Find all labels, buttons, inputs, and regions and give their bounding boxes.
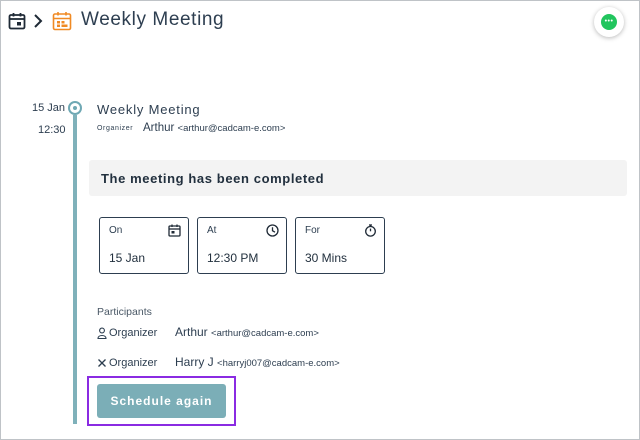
chat-dots: ••• (604, 18, 614, 25)
status-banner: The meeting has been completed (89, 160, 627, 196)
chat-button[interactable]: ••• (594, 7, 624, 37)
timeline-time: 12:30 (38, 124, 66, 136)
participant-email: <arthur@cadcam-e.com> (211, 328, 319, 339)
close-icon[interactable] (97, 357, 107, 369)
organizer-email: <arthur@cadcam-e.com> (177, 123, 286, 134)
duration-card-label: For (305, 225, 320, 236)
timeline-line (73, 115, 77, 424)
chevron-right-icon (34, 14, 43, 28)
calendar-icon[interactable] (8, 12, 26, 30)
participant-role: Organizer (109, 357, 158, 369)
stopwatch-icon (365, 224, 376, 237)
participant-role: Organizer (109, 327, 158, 339)
status-banner-text: The meeting has been completed (101, 171, 325, 186)
duration-card: For 30 Mins (295, 217, 385, 274)
header: Weekly Meeting ••• (1, 1, 639, 45)
date-card: On 15 Jan (99, 217, 189, 274)
clock-icon (266, 224, 279, 237)
organizer-name: Arthur <arthur@cadcam-e.com> (143, 122, 285, 134)
event-title: Weekly Meeting (97, 102, 201, 117)
page-title: Weekly Meeting (81, 9, 225, 30)
duration-card-value: 30 Mins (305, 251, 348, 265)
participants-heading: Participants (97, 306, 152, 318)
event-calendar-icon (52, 12, 72, 31)
organizer-name-text: Arthur (143, 122, 175, 134)
time-card-value: 12:30 PM (207, 251, 259, 265)
participant-name-text: Arthur (175, 325, 208, 339)
participant-name-text: Harry J (175, 355, 214, 369)
person-icon (97, 327, 107, 339)
calendar-icon (168, 224, 181, 237)
date-card-value: 15 Jan (109, 251, 146, 265)
time-card: At 12:30 PM (197, 217, 287, 274)
time-card-label: At (207, 225, 217, 236)
participant-name: Arthur <arthur@cadcam-e.com> (175, 325, 319, 339)
meeting-detail-view: Weekly Meeting ••• 15 Jan 12:30 Weekly M… (0, 0, 640, 440)
timeline-node (68, 101, 82, 115)
timeline-date: 15 Jan (32, 102, 66, 114)
schedule-again-button[interactable]: Schedule again (97, 384, 226, 418)
date-card-label: On (109, 225, 123, 236)
organizer-label: Organizer (97, 125, 134, 132)
participant-email: <harryj007@cadcam-e.com> (217, 358, 340, 369)
participant-name: Harry J <harryj007@cadcam-e.com> (175, 355, 340, 369)
